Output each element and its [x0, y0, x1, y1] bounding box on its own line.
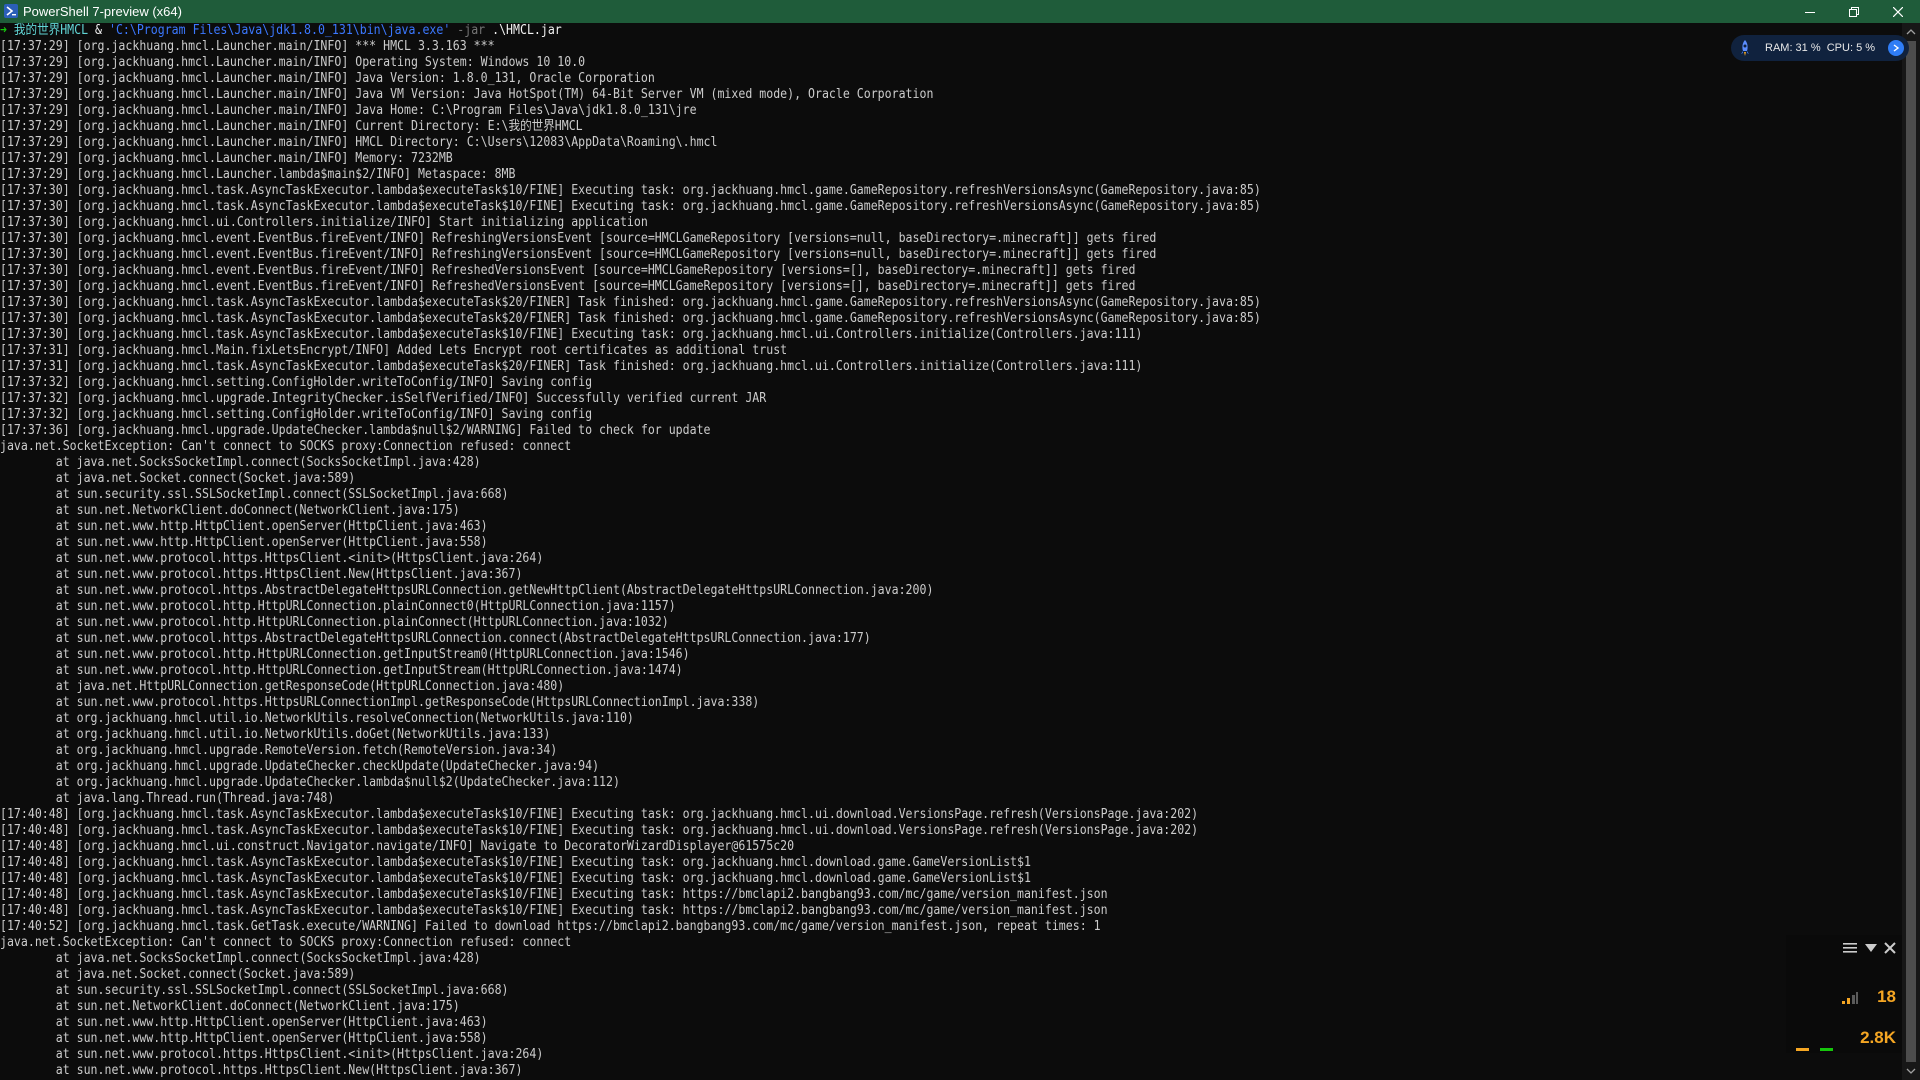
console-output[interactable]: ➜ 我的世界HMCL & 'C:\Program Files\Java\jdk1… [0, 23, 1902, 1080]
log-line: at java.lang.Thread.run(Thread.java:748) [0, 791, 335, 806]
vertical-scrollbar[interactable] [1902, 23, 1920, 1080]
log-line: java.net.SocketException: Can't connect … [0, 935, 572, 950]
log-line: at java.net.HttpURLConnection.getRespons… [0, 679, 565, 694]
log-line: [17:37:29] [org.jackhuang.hmcl.Launcher.… [0, 39, 495, 54]
log-line: [17:37:32] [org.jackhuang.hmcl.setting.C… [0, 407, 593, 422]
log-line: [17:37:31] [org.jackhuang.hmcl.Main.fixL… [0, 343, 788, 358]
log-line: at org.jackhuang.hmcl.upgrade.RemoteVers… [0, 743, 558, 758]
prompt-arg: .\HMCL.jar [492, 23, 562, 38]
log-line: at sun.net.www.protocol.http.HttpURLConn… [0, 663, 683, 678]
log-line: at sun.net.www.http.HttpClient.openServe… [0, 519, 488, 534]
log-line: at sun.net.www.protocol.https.HttpsClien… [0, 1047, 544, 1062]
log-lines: [17:37:29] [org.jackhuang.hmcl.Launcher.… [0, 39, 1902, 1079]
log-line: [17:37:30] [org.jackhuang.hmcl.event.Eve… [0, 247, 1157, 262]
traffic-bars-icon [1796, 1039, 1836, 1051]
log-line: [17:37:30] [org.jackhuang.hmcl.task.Asyn… [0, 327, 1143, 342]
log-line: [17:40:48] [org.jackhuang.hmcl.task.Asyn… [0, 903, 1108, 918]
system-monitor-widget[interactable]: RAM: 31 % CPU: 5 % [1731, 35, 1909, 61]
log-line: [17:40:48] [org.jackhuang.hmcl.task.Asyn… [0, 887, 1108, 902]
log-line: [17:37:31] [org.jackhuang.hmcl.task.Asyn… [0, 359, 1143, 374]
log-line: at sun.net.NetworkClient.doConnect(Netwo… [0, 999, 460, 1014]
log-line: [17:37:30] [org.jackhuang.hmcl.ui.Contro… [0, 215, 648, 230]
restore-button[interactable] [1832, 0, 1876, 23]
log-line: at sun.net.www.protocol.https.HttpsClien… [0, 567, 523, 582]
powershell-icon [4, 4, 18, 18]
log-line: java.net.SocketException: Can't connect … [0, 439, 572, 454]
log-line: [17:37:32] [org.jackhuang.hmcl.setting.C… [0, 375, 593, 390]
log-line: [17:37:30] [org.jackhuang.hmcl.event.Eve… [0, 231, 1157, 246]
log-line: [17:37:30] [org.jackhuang.hmcl.task.Asyn… [0, 183, 1261, 198]
log-line: at org.jackhuang.hmcl.upgrade.UpdateChec… [0, 759, 600, 774]
title-bar: PowerShell 7-preview (x64) [0, 0, 1920, 23]
log-line: at java.net.Socket.connect(Socket.java:5… [0, 967, 356, 982]
signal-icon [1841, 991, 1859, 1005]
log-line: [17:37:30] [org.jackhuang.hmcl.task.Asyn… [0, 199, 1261, 214]
speed-value: 2.8K [1860, 1028, 1896, 1047]
log-line: [17:37:29] [org.jackhuang.hmcl.Launcher.… [0, 167, 516, 182]
log-line: at java.net.SocksSocketImpl.connect(Sock… [0, 455, 481, 470]
log-line: [17:40:48] [org.jackhuang.hmcl.task.Asyn… [0, 871, 1031, 886]
log-line: [17:37:30] [org.jackhuang.hmcl.event.Eve… [0, 263, 1136, 278]
log-line: [17:37:30] [org.jackhuang.hmcl.task.Asyn… [0, 311, 1261, 326]
log-line: at sun.net.www.http.HttpClient.openServe… [0, 535, 488, 550]
prompt-param: -jar [457, 23, 486, 38]
collapse-down-icon[interactable] [1863, 941, 1879, 955]
log-line: at sun.net.www.protocol.http.HttpURLConn… [0, 599, 676, 614]
log-line: [17:40:48] [org.jackhuang.hmcl.task.Asyn… [0, 823, 1199, 838]
log-line: at sun.security.ssl.SSLSocketImpl.connec… [0, 983, 509, 998]
scroll-down-button[interactable] [1902, 1062, 1920, 1080]
log-line: at sun.net.www.protocol.https.AbstractDe… [0, 583, 934, 598]
scroll-thumb[interactable] [1906, 41, 1916, 1062]
log-line: at java.net.SocksSocketImpl.connect(Sock… [0, 951, 481, 966]
log-line: at org.jackhuang.hmcl.upgrade.UpdateChec… [0, 775, 620, 790]
log-line: at java.net.Socket.connect(Socket.java:5… [0, 471, 356, 486]
ram-cpu-usage: RAM: 31 % CPU: 5 % [1765, 42, 1876, 54]
log-line: [17:37:29] [org.jackhuang.hmcl.Launcher.… [0, 87, 934, 102]
log-line: at sun.net.www.http.HttpClient.openServe… [0, 1015, 488, 1030]
rocket-icon [1737, 39, 1753, 57]
prompt-operator: & [95, 23, 103, 38]
log-line: at sun.net.www.http.HttpClient.openServe… [0, 1031, 488, 1046]
log-line: [17:37:29] [org.jackhuang.hmcl.Launcher.… [0, 119, 583, 134]
menu-icon[interactable] [1842, 941, 1858, 955]
log-line: [17:37:29] [org.jackhuang.hmcl.Launcher.… [0, 135, 718, 150]
log-line: [17:40:48] [org.jackhuang.hmcl.task.Asyn… [0, 807, 1199, 822]
log-line: [17:37:30] [org.jackhuang.hmcl.task.Asyn… [0, 295, 1261, 310]
window-title: PowerShell 7-preview (x64) [23, 4, 182, 19]
close-icon[interactable] [1882, 941, 1898, 955]
log-line: [17:37:29] [org.jackhuang.hmcl.Launcher.… [0, 71, 655, 86]
log-line: at sun.net.NetworkClient.doConnect(Netwo… [0, 503, 460, 518]
log-line: at sun.net.www.protocol.https.HttpsURLCo… [0, 695, 760, 710]
log-line: [17:37:29] [org.jackhuang.hmcl.Launcher.… [0, 55, 586, 70]
network-monitor-widget: 18 2.8K [1786, 935, 1902, 1053]
log-line: at sun.net.www.protocol.https.HttpsClien… [0, 551, 544, 566]
log-line: [17:37:29] [org.jackhuang.hmcl.Launcher.… [0, 151, 453, 166]
prompt-exe: 'C:\Program Files\Java\jdk1.8.0_131\bin\… [108, 23, 451, 38]
prompt-arrow-icon: ➜ [0, 23, 14, 38]
log-line: [17:37:32] [org.jackhuang.hmcl.upgrade.I… [0, 391, 767, 406]
prompt-line: ➜ 我的世界HMCL & 'C:\Program Files\Java\jdk1… [0, 23, 1693, 39]
log-line: at org.jackhuang.hmcl.util.io.NetworkUti… [0, 711, 634, 726]
ping-value: 18 [1877, 987, 1896, 1006]
close-button[interactable] [1876, 0, 1920, 23]
log-line: at sun.net.www.protocol.http.HttpURLConn… [0, 647, 690, 662]
log-line: at sun.net.www.protocol.http.HttpURLConn… [0, 615, 669, 630]
log-line: [17:40:48] [org.jackhuang.hmcl.task.Asyn… [0, 855, 1031, 870]
log-line: [17:37:29] [org.jackhuang.hmcl.Launcher.… [0, 103, 697, 118]
log-line: at org.jackhuang.hmcl.util.io.NetworkUti… [0, 727, 551, 742]
log-line: [17:37:30] [org.jackhuang.hmcl.event.Eve… [0, 279, 1136, 294]
arrow-right-icon[interactable] [1888, 40, 1904, 56]
log-line: at sun.net.www.protocol.https.AbstractDe… [0, 631, 871, 646]
log-line: at sun.net.www.protocol.https.HttpsClien… [0, 1063, 523, 1078]
prompt-path: 我的世界HMCL [13, 23, 89, 38]
log-line: [17:37:36] [org.jackhuang.hmcl.upgrade.U… [0, 423, 711, 438]
log-line: [17:40:52] [org.jackhuang.hmcl.task.GetT… [0, 919, 1101, 934]
log-line: [17:40:48] [org.jackhuang.hmcl.ui.constr… [0, 839, 795, 854]
minimize-button[interactable] [1788, 0, 1832, 23]
log-line: at sun.security.ssl.SSLSocketImpl.connec… [0, 487, 509, 502]
